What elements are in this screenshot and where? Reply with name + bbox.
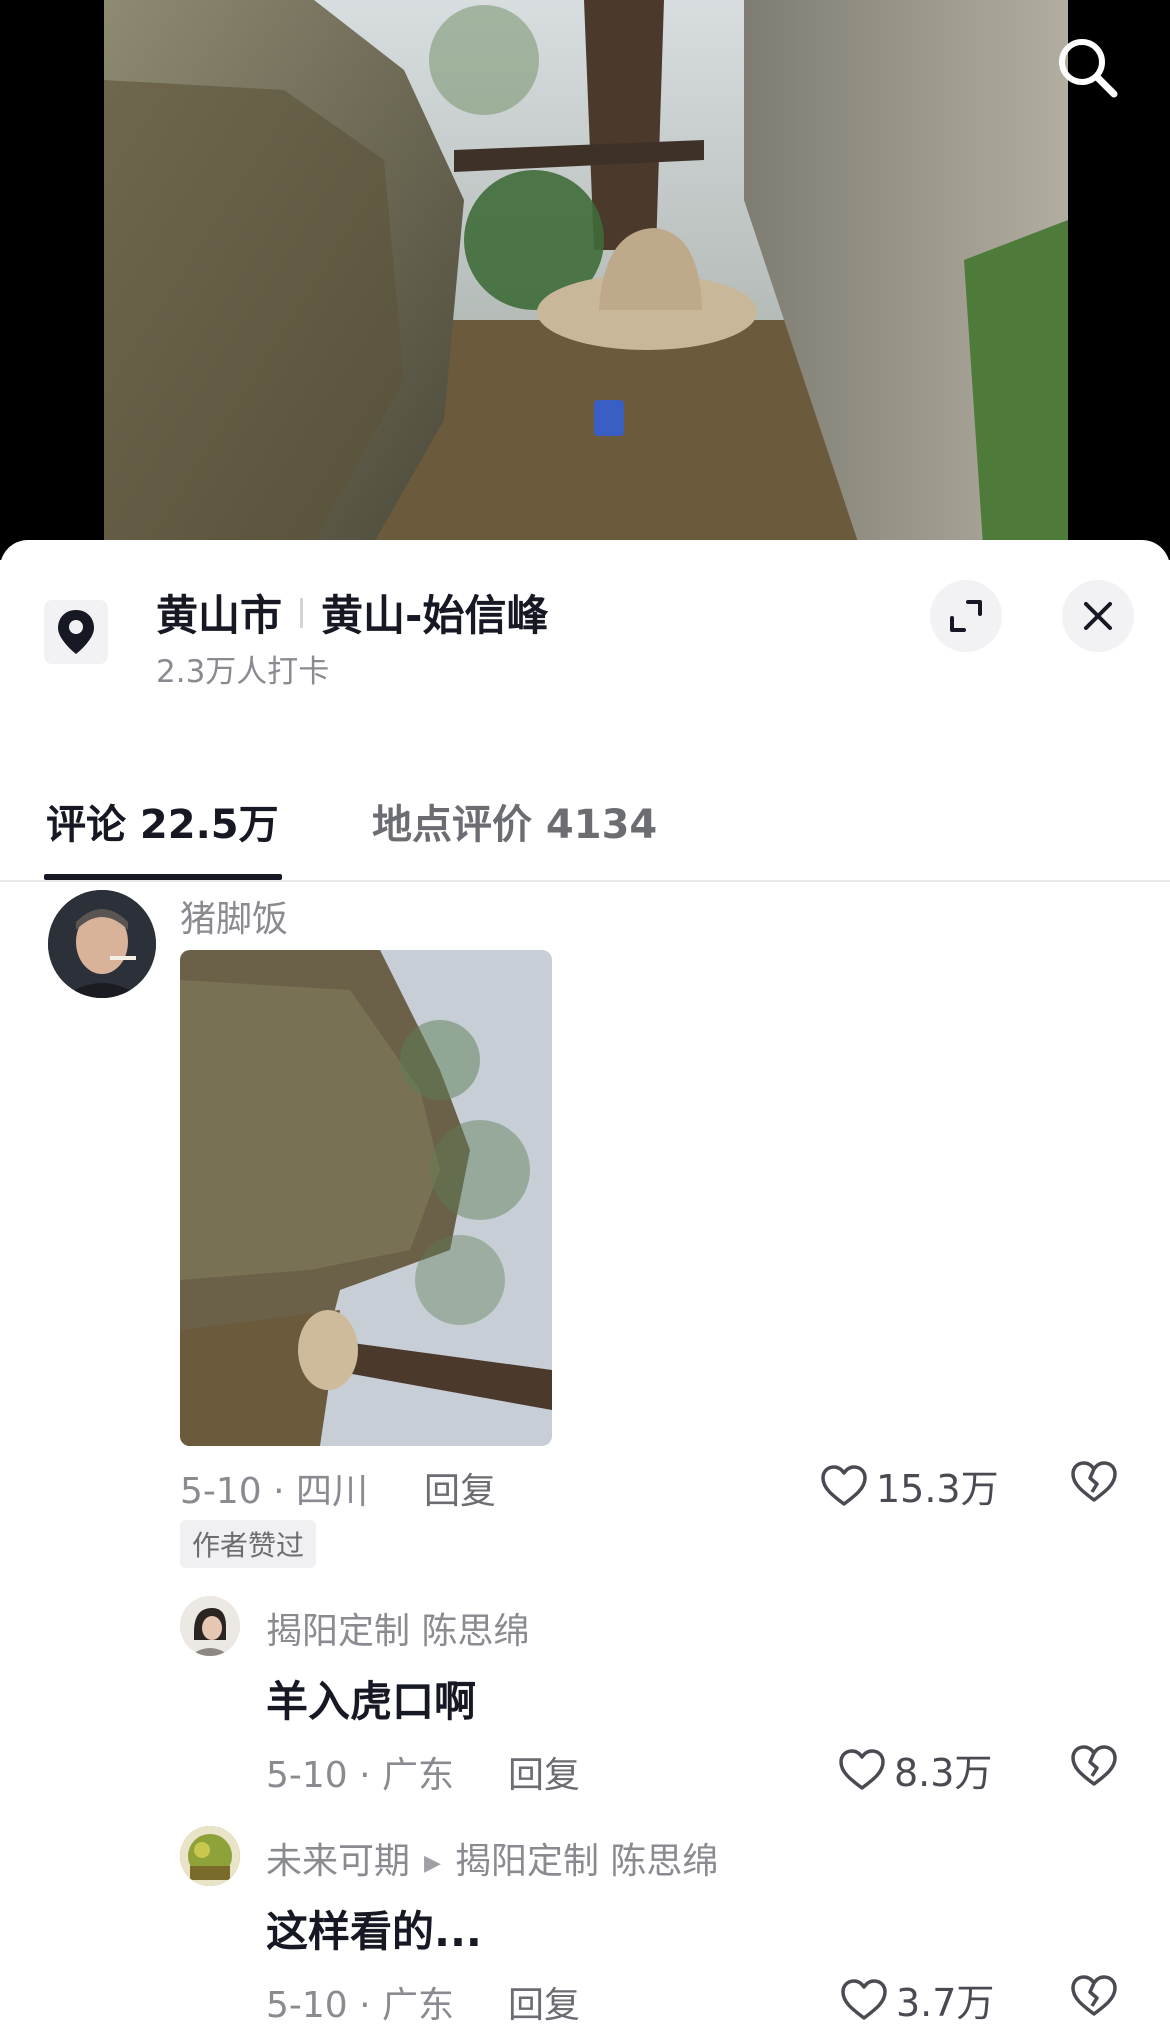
heart-icon bbox=[841, 1978, 887, 2020]
video-frame bbox=[104, 0, 1068, 560]
reply-username[interactable]: 揭阳定制 陈思绵 bbox=[266, 1602, 529, 1654]
checkin-count: 2.3万人打卡 bbox=[156, 654, 330, 690]
broken-heart-icon bbox=[1071, 1975, 1117, 2016]
like-count: 8.3万 bbox=[894, 1751, 993, 1795]
video-player[interactable] bbox=[0, 0, 1170, 560]
reply-text: 这样看的... bbox=[266, 1907, 482, 1956]
comment-date-location: 5-10 · 四川 bbox=[180, 1471, 369, 1512]
heart-icon bbox=[839, 1748, 885, 1790]
like-count: 3.7万 bbox=[896, 1981, 995, 2025]
expand-button[interactable] bbox=[930, 580, 1002, 652]
comment-username[interactable]: 猪脚饭 bbox=[180, 890, 288, 942]
avatar[interactable] bbox=[180, 1826, 240, 1886]
search-icon bbox=[1059, 39, 1118, 98]
dislike-button[interactable] bbox=[1070, 1458, 1118, 1506]
like-button[interactable]: 3.7万 bbox=[840, 1972, 994, 2027]
title-divider bbox=[300, 597, 304, 628]
active-tab-indicator bbox=[44, 874, 282, 880]
reply-button[interactable]: 回复 bbox=[508, 1976, 580, 2028]
like-button[interactable]: 8.3万 bbox=[838, 1742, 992, 1797]
tab-bar: 评论 22.5万 地点评价 4134 bbox=[0, 760, 1170, 882]
comment-photo-image bbox=[180, 950, 552, 1446]
avatar-image bbox=[48, 890, 156, 998]
reply-button[interactable]: 回复 bbox=[508, 1746, 580, 1798]
reply-username-line[interactable]: 未来可期 ▶ 揭阳定制 陈思绵 bbox=[266, 1832, 718, 1884]
avatar-image bbox=[180, 1826, 240, 1886]
reply-text: 羊入虎口啊 bbox=[266, 1677, 477, 1726]
comment-image[interactable] bbox=[180, 950, 552, 1446]
avatar[interactable] bbox=[180, 1596, 240, 1656]
video-scene-image bbox=[104, 0, 1068, 560]
location-place: 黄山-始信峰 bbox=[321, 591, 549, 640]
avatar-image bbox=[180, 1596, 240, 1656]
reply-date-location: 5-10 · 广东 bbox=[266, 1985, 455, 2026]
search-button[interactable] bbox=[1052, 32, 1122, 102]
avatar[interactable] bbox=[48, 890, 156, 998]
location-badge[interactable] bbox=[44, 600, 108, 664]
author-liked-badge: 作者赞过 bbox=[180, 1520, 317, 1568]
reply-username: 未来可期 bbox=[266, 1841, 411, 1882]
dislike-button[interactable] bbox=[1070, 1972, 1118, 2020]
close-button[interactable] bbox=[1062, 580, 1134, 652]
tab-comments[interactable]: 评论 22.5万 bbox=[46, 760, 279, 882]
reply-button[interactable]: 回复 bbox=[424, 1462, 496, 1514]
reply-to-username: 揭阳定制 陈思绵 bbox=[454, 1841, 719, 1882]
comment-sheet: 黄山市 黄山-始信峰 2.3万人打卡 评论 22.5万 地点评价 4134 bbox=[0, 540, 1170, 2038]
reply-date-location: 5-10 · 广东 bbox=[266, 1755, 455, 1796]
like-count: 15.3万 bbox=[876, 1467, 999, 1511]
location-pin-icon bbox=[58, 610, 94, 654]
expand-icon bbox=[950, 600, 982, 632]
close-icon bbox=[1084, 602, 1112, 630]
tab-place-reviews[interactable]: 地点评价 4134 bbox=[372, 760, 657, 882]
location-title[interactable]: 黄山市 黄山-始信峰 bbox=[156, 582, 548, 643]
dislike-button[interactable] bbox=[1070, 1742, 1118, 1790]
broken-heart-icon bbox=[1071, 1461, 1117, 1502]
heart-icon bbox=[821, 1464, 867, 1506]
reply-to-arrow-icon: ▶ bbox=[424, 1850, 441, 1876]
broken-heart-icon bbox=[1071, 1745, 1117, 1786]
like-button[interactable]: 15.3万 bbox=[820, 1458, 999, 1513]
location-city: 黄山市 bbox=[156, 591, 283, 640]
